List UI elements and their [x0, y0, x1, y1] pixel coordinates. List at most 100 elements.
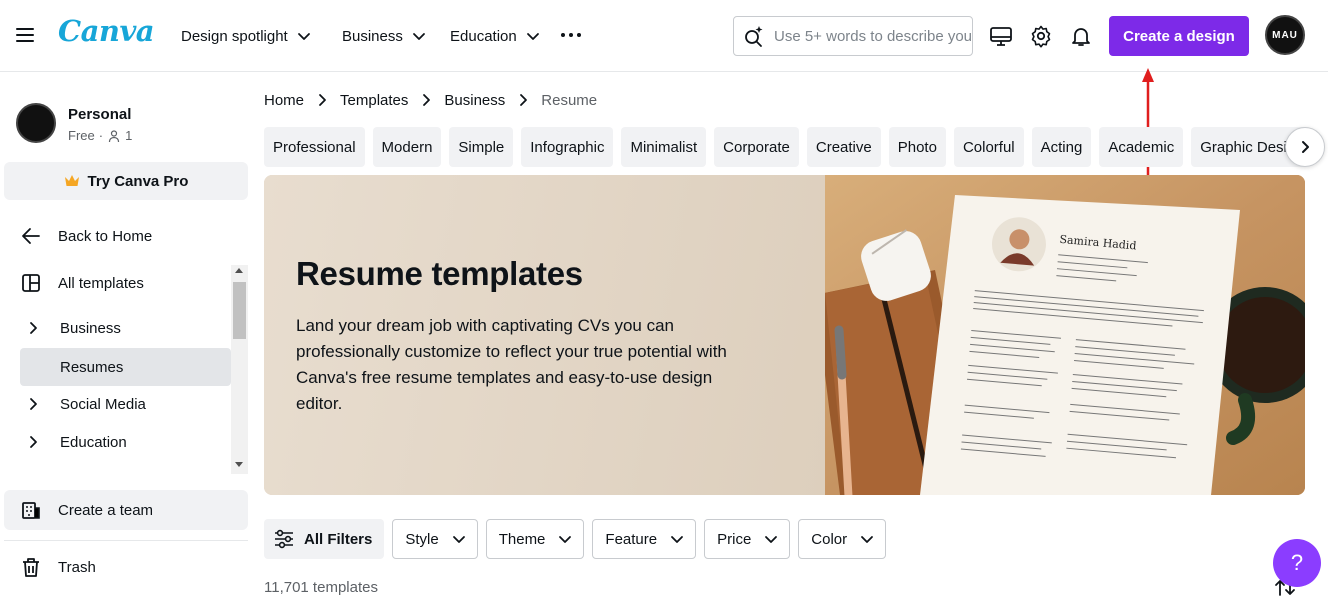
scroll-down-arrow[interactable]: [235, 462, 243, 467]
tree-label: Social Media: [60, 395, 146, 413]
all-filters-label: All Filters: [304, 530, 373, 548]
tree-label: Business: [60, 319, 121, 337]
filter-feature[interactable]: Feature: [592, 519, 697, 559]
chevron-right-icon: [1302, 141, 1309, 153]
filter-label: Theme: [498, 530, 546, 548]
search-input[interactable]: [774, 27, 972, 45]
breadcrumb-business[interactable]: Business: [444, 92, 505, 109]
search-bar[interactable]: [733, 16, 973, 56]
chip-simple[interactable]: Simple: [449, 127, 514, 167]
nav-design-spotlight[interactable]: Design spotlight: [181, 22, 312, 50]
hero-resume-photo: Samira Hadid: [825, 175, 1305, 495]
create-team-button[interactable]: Create a team: [4, 490, 248, 530]
chip-professional[interactable]: Professional: [264, 127, 365, 167]
filter-label: Feature: [605, 530, 658, 548]
desktop-app-icon[interactable]: [989, 24, 1013, 48]
page-title: Resume templates: [296, 255, 583, 292]
account-name: Personal: [68, 106, 132, 123]
chevron-down-icon: [526, 33, 539, 40]
account-plan: Free: [68, 128, 95, 143]
filter-label: Price: [717, 530, 752, 548]
chevron-right-icon: [30, 398, 37, 410]
chip-colorful[interactable]: Colorful: [953, 127, 1024, 167]
trash-label: Trash: [58, 558, 96, 576]
nav-business[interactable]: Business: [342, 22, 427, 50]
sliders-icon: [275, 529, 293, 549]
filter-bar: All Filters Style Theme Feature Price Co…: [264, 519, 887, 559]
filter-label: Color: [811, 530, 848, 548]
chip-modern[interactable]: Modern: [372, 127, 442, 167]
sidebar-item-social-media[interactable]: Social Media: [20, 385, 231, 423]
scroll-thumb[interactable]: [233, 282, 246, 339]
gear-icon[interactable]: [1029, 24, 1053, 48]
chip-acting[interactable]: Acting: [1031, 127, 1092, 167]
breadcrumb-home[interactable]: Home: [264, 92, 304, 109]
chevron-right-icon: [30, 436, 37, 448]
chevron-down-icon: [861, 536, 874, 543]
avatar[interactable]: MAU: [1265, 15, 1305, 55]
sidebar-divider: [4, 540, 248, 541]
chip-minimalist[interactable]: Minimalist: [621, 127, 707, 167]
all-templates-link[interactable]: All templates: [20, 272, 144, 294]
sidebar-item-business[interactable]: Business: [20, 309, 231, 347]
breadcrumb-current: Resume: [541, 91, 598, 109]
all-filters-button[interactable]: All Filters: [264, 519, 385, 559]
nav-label: Business: [342, 27, 403, 45]
avatar-text: MAU: [1272, 29, 1298, 41]
chip-creative[interactable]: Creative: [806, 127, 881, 167]
team-icon: [22, 502, 40, 519]
account-meta: Free · 1: [68, 128, 132, 143]
chevron-right-icon: [423, 94, 431, 106]
chevron-down-icon: [765, 536, 778, 543]
chevron-down-icon: [412, 33, 425, 40]
more-icon[interactable]: [560, 24, 582, 46]
try-pro-button[interactable]: Try Canva Pro: [4, 162, 248, 200]
nav-label: Design spotlight: [181, 27, 288, 45]
arrow-left-icon: [22, 228, 40, 244]
canva-logo[interactable]: Canva: [58, 14, 155, 48]
breadcrumb: Home Templates Business Resume: [264, 90, 597, 110]
chevron-right-icon: [319, 94, 326, 106]
chevron-right-icon: [30, 322, 37, 334]
user-icon: [108, 129, 120, 142]
account-members: 1: [125, 128, 133, 143]
tree-label: Education: [60, 433, 127, 451]
sidebar-item-resumes[interactable]: Resumes: [20, 348, 231, 386]
breadcrumb-templates[interactable]: Templates: [340, 92, 408, 109]
filter-theme[interactable]: Theme: [485, 519, 585, 559]
create-design-button[interactable]: Create a design: [1109, 16, 1249, 56]
menu-icon[interactable]: [14, 24, 36, 46]
chevron-down-icon: [671, 536, 684, 543]
try-pro-label: Try Canva Pro: [87, 172, 189, 190]
chevron-down-icon: [297, 33, 310, 40]
nav-label: Education: [450, 27, 517, 45]
dot-separator: ·: [98, 128, 104, 143]
chip-corporate[interactable]: Corporate: [714, 127, 799, 167]
tree-label: Resumes: [60, 358, 124, 376]
trash-link[interactable]: Trash: [20, 556, 96, 578]
hero-banner: Resume templates Land your dream job wit…: [264, 175, 1305, 495]
filter-label: Style: [405, 530, 439, 548]
chips-next-button[interactable]: [1285, 127, 1325, 167]
help-button[interactable]: ?: [1273, 539, 1321, 587]
chevron-down-icon: [559, 536, 572, 543]
search-icon: [745, 26, 763, 47]
templates-icon: [22, 274, 40, 292]
template-count: 11,701 templates: [264, 579, 378, 596]
scroll-up-arrow[interactable]: [235, 268, 243, 273]
sidebar-item-education[interactable]: Education: [20, 423, 231, 461]
filter-price[interactable]: Price: [704, 519, 791, 559]
nav-education[interactable]: Education: [450, 22, 541, 50]
crown-icon: [64, 175, 79, 186]
back-to-home-link[interactable]: Back to Home: [20, 225, 152, 247]
filter-color[interactable]: Color: [798, 519, 887, 559]
back-home-label: Back to Home: [58, 227, 153, 245]
bell-icon[interactable]: [1069, 24, 1093, 48]
create-team-label: Create a team: [58, 501, 154, 519]
filter-style[interactable]: Style: [392, 519, 478, 559]
chip-academic[interactable]: Academic: [1099, 127, 1184, 167]
chip-photo[interactable]: Photo: [888, 127, 946, 167]
hero-description: Land your dream job with captivating CVs…: [296, 316, 727, 413]
category-chips: Professional Modern Simple Infographic M…: [264, 127, 1305, 167]
chip-infographic[interactable]: Infographic: [521, 127, 614, 167]
